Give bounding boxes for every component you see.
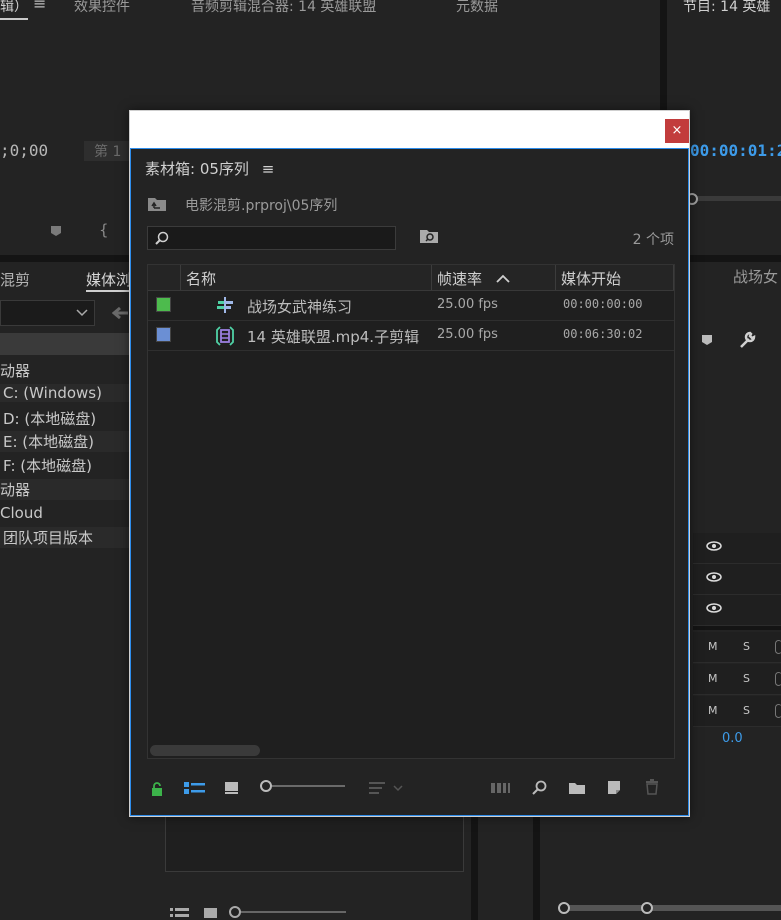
clip-media-start: 00:00:00:00 (563, 297, 643, 311)
panel-menu-icon[interactable]: ≡ (262, 160, 275, 178)
list-view-icon[interactable] (170, 907, 190, 919)
eye-icon[interactable] (706, 603, 722, 613)
tree-item-cloud[interactable]: Cloud (0, 504, 43, 522)
automate-to-sequence-icon[interactable] (491, 782, 511, 794)
tab-program[interactable]: 节目: 14 英雄 (683, 0, 770, 16)
column-header: 名称 帧速率 媒体开始 (148, 265, 674, 291)
zoom-slider[interactable] (259, 779, 349, 793)
audio-track-row: M S (693, 632, 781, 663)
panel-title[interactable]: 素材箱: 05序列 ≡ (145, 158, 274, 179)
item-count: 2 个项 (632, 232, 674, 248)
track-row (693, 595, 781, 626)
clip-name[interactable]: 14 英雄联盟.mp4.子剪辑 (247, 326, 419, 347)
media-browser-content (165, 817, 464, 872)
list-view-icon[interactable] (184, 781, 206, 795)
tree-item[interactable]: 动器 (0, 479, 150, 500)
new-bin-icon[interactable] (568, 781, 586, 795)
tree-item-f[interactable]: F: (本地磁盘) (0, 455, 92, 476)
panel-divider (471, 817, 478, 920)
lock-icon[interactable] (151, 782, 163, 796)
zoom-slider[interactable] (228, 905, 348, 919)
eye-icon[interactable] (706, 541, 722, 551)
timeline-zoom-bar[interactable] (555, 900, 781, 916)
sequence-tab[interactable]: 战场女 (733, 266, 778, 287)
program-timecode[interactable]: 00:00:01:2 (690, 141, 781, 160)
solo-button[interactable]: S (743, 640, 750, 653)
eye-icon[interactable] (706, 572, 722, 582)
column-name[interactable]: 名称 (186, 268, 216, 289)
label-color-swatch[interactable] (156, 327, 171, 342)
mute-button[interactable]: M (708, 704, 718, 717)
panel-divider (533, 817, 540, 920)
track-row (693, 564, 781, 595)
clip-fps: 25.00 fps (437, 297, 498, 312)
table-row[interactable]: 14 英雄联盟.mp4.子剪辑 25.00 fps 00:06:30:02 (148, 321, 674, 351)
master-volume-value[interactable]: 0.0 (722, 731, 743, 746)
mark-in-icon[interactable]: { (99, 221, 109, 239)
icon-view-icon[interactable] (204, 907, 218, 919)
tree-header (0, 333, 150, 355)
window-titlebar[interactable]: × (130, 111, 689, 148)
tab-media-browser[interactable]: 媒体浏 (86, 269, 132, 292)
location-dropdown[interactable] (0, 300, 95, 326)
trash-icon[interactable] (645, 779, 659, 795)
mic-icon[interactable] (775, 640, 781, 654)
table-row[interactable]: 战场女武神练习 25.00 fps 00:00:00:00 (148, 291, 674, 321)
label-color-swatch[interactable] (156, 297, 171, 312)
panel-menu-icon[interactable]: ≡ (33, 0, 46, 13)
solo-button[interactable]: S (743, 672, 750, 685)
tree-item[interactable]: 动器 (0, 360, 30, 381)
tab-audio-mixer[interactable]: 音频剪辑混合器: 14 英雄联盟 (191, 0, 376, 16)
mute-button[interactable]: M (708, 640, 718, 653)
audio-track-row: M S (693, 696, 781, 727)
bin-bottom-toolbar (131, 779, 690, 809)
tree-item-d[interactable]: D: (本地磁盘) (0, 408, 96, 429)
find-in-folder-icon[interactable] (419, 228, 439, 244)
audio-track-row: M S (693, 664, 781, 695)
solo-button[interactable]: S (743, 704, 750, 717)
search-input[interactable] (147, 226, 396, 250)
tab-effect-controls[interactable]: 效果控件 (74, 0, 130, 16)
mic-icon[interactable] (775, 672, 781, 686)
clip-name[interactable]: 战场女武神练习 (247, 296, 352, 317)
source-label-box: 第 1 (84, 141, 134, 161)
tab-project[interactable]: 混剪 (0, 269, 30, 290)
source-timecode[interactable]: ;0;00 (0, 141, 48, 160)
new-item-icon[interactable] (607, 780, 621, 796)
bin-window: × 素材箱: 05序列 ≡ 电影混剪.prproj\05序列 2 个项 名称 帧… (129, 110, 690, 817)
program-scrubber[interactable] (686, 193, 781, 205)
navigate-up-icon[interactable] (147, 196, 167, 212)
column-media-start[interactable]: 媒体开始 (561, 268, 621, 289)
search-icon (155, 231, 169, 245)
sequence-icon (215, 295, 235, 315)
tab-edit[interactable]: 辑） (0, 0, 28, 20)
marker-icon[interactable] (50, 225, 62, 237)
horizontal-scrollbar[interactable] (150, 745, 260, 756)
clip-fps: 25.00 fps (437, 327, 498, 342)
close-button[interactable]: × (665, 119, 689, 143)
wrench-icon[interactable] (738, 331, 756, 349)
track-divider (693, 626, 781, 630)
bin-panel: 素材箱: 05序列 ≡ 电影混剪.prproj\05序列 2 个项 名称 帧速率… (130, 148, 689, 816)
panel-title-text: 素材箱: 05序列 (145, 160, 249, 178)
tab-metadata[interactable]: 元数据 (456, 0, 498, 16)
icon-view-icon[interactable] (225, 781, 239, 795)
subclip-icon (215, 325, 235, 347)
chevron-up-icon[interactable] (496, 274, 510, 283)
sort-icon[interactable] (369, 781, 409, 795)
back-arrow-icon[interactable] (112, 307, 128, 319)
left-tabs: 混剪 媒体浏 (0, 262, 150, 292)
mute-button[interactable]: M (708, 672, 718, 685)
bin-list: 名称 帧速率 媒体开始 战场女武神练习 25.00 fps 00:00:00:0… (147, 264, 675, 759)
clip-media-start: 00:06:30:02 (563, 327, 643, 341)
search-icon[interactable] (531, 780, 547, 796)
track-row (693, 533, 781, 564)
bin-path: 电影混剪.prproj\05序列 (185, 198, 338, 214)
column-fps[interactable]: 帧速率 (437, 268, 482, 289)
marker-icon[interactable] (701, 334, 713, 346)
top-panel-tabs: 辑） ≡ 效果控件 音频剪辑混合器: 14 英雄联盟 元数据 节目: 14 英雄 (0, 0, 770, 20)
mic-icon[interactable] (775, 704, 781, 718)
